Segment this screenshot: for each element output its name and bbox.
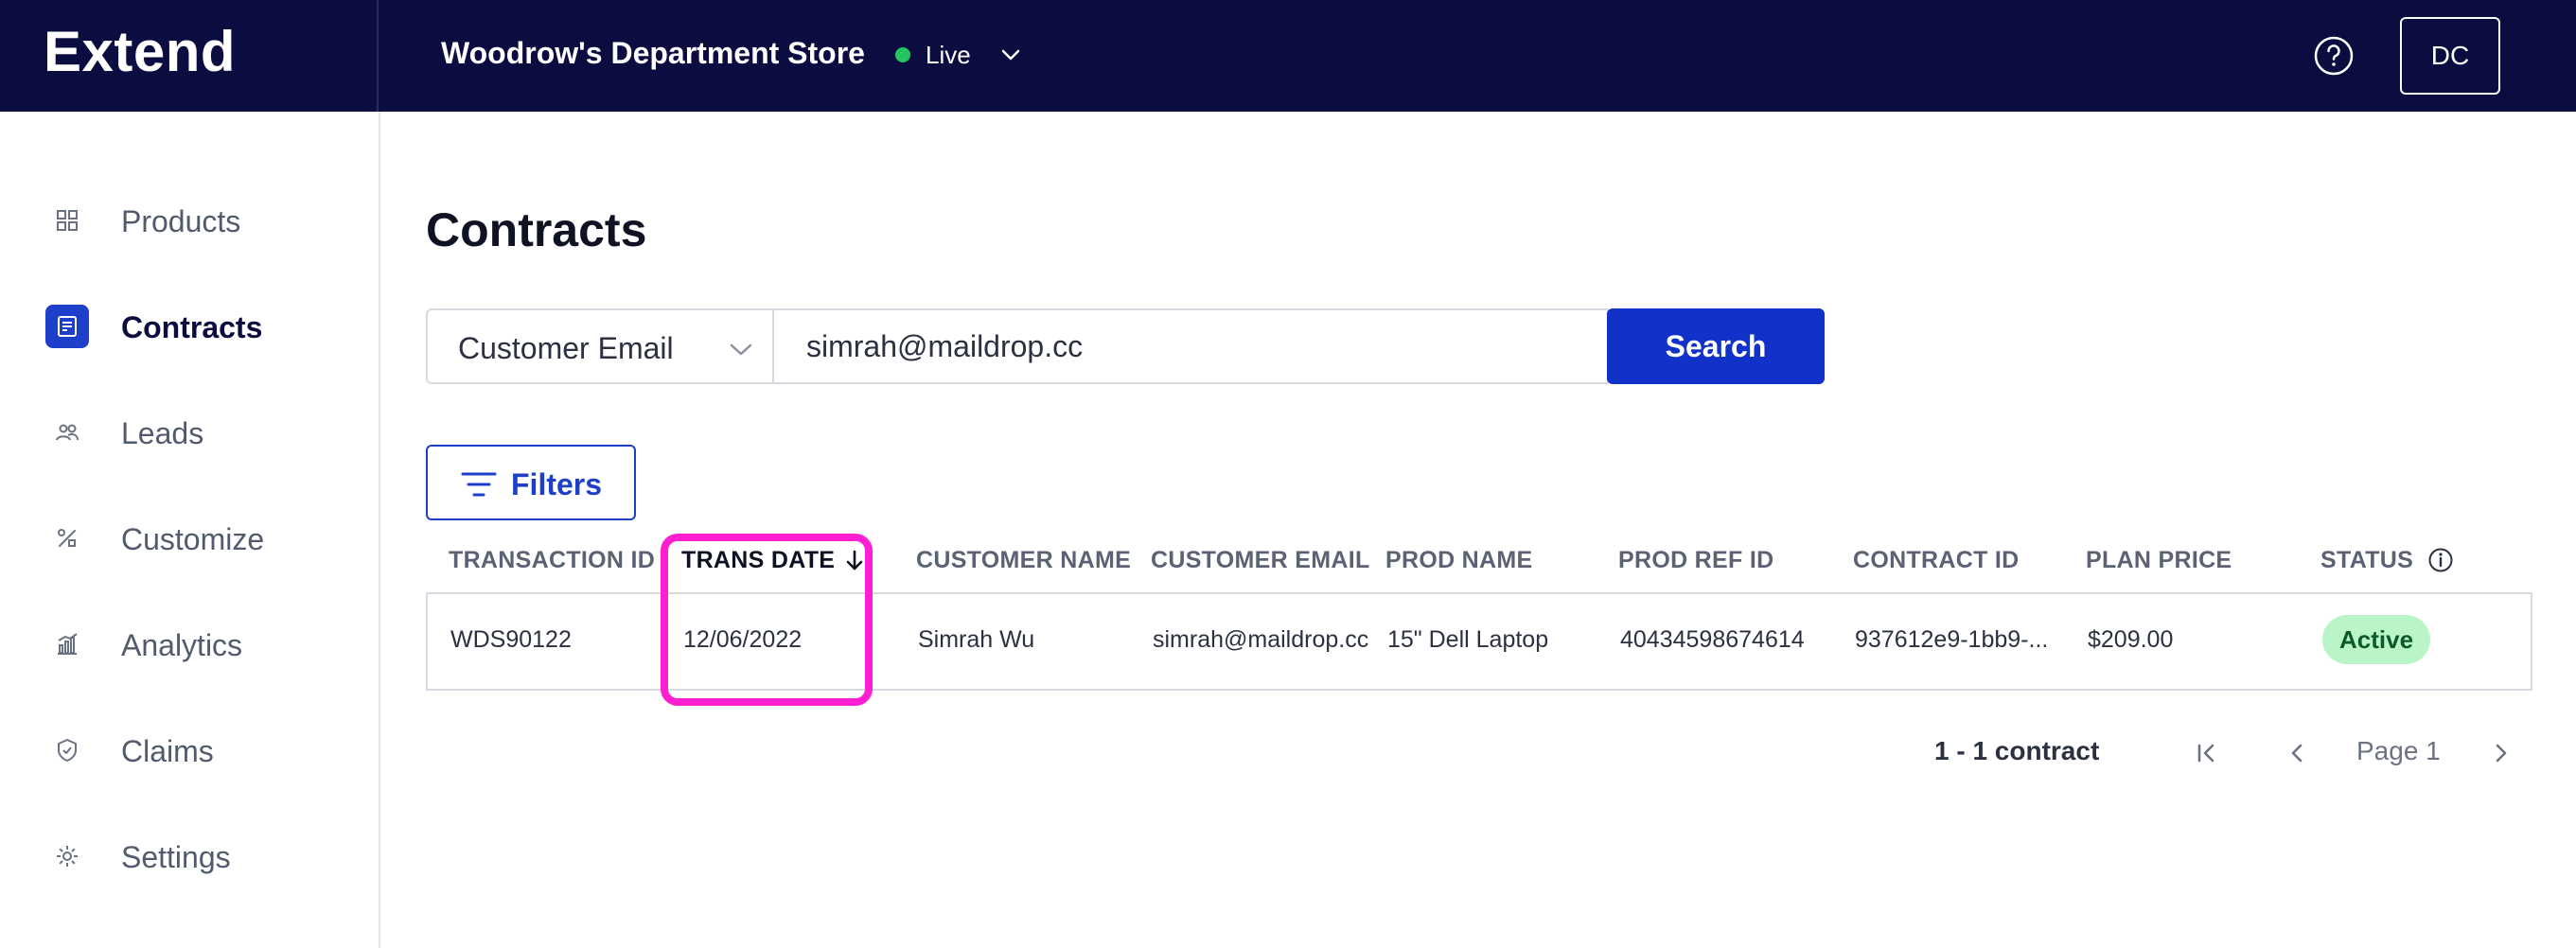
search-input[interactable] bbox=[772, 308, 1609, 384]
status-badge: Active bbox=[2322, 615, 2431, 664]
column-header-label: STATUS bbox=[2320, 547, 2414, 573]
cell-transaction-id: WDS90122 bbox=[450, 626, 572, 653]
next-page-icon[interactable] bbox=[2483, 736, 2517, 770]
column-header-prod-name[interactable]: PROD NAME bbox=[1385, 547, 1532, 594]
sidebar-item-leads[interactable]: Leads bbox=[0, 399, 379, 465]
tools-icon bbox=[45, 517, 89, 560]
cell-customer-name: Simrah Wu bbox=[918, 626, 1035, 653]
sidebar-item-label: Products bbox=[121, 204, 241, 238]
sidebar-item-contracts[interactable]: Contracts bbox=[0, 293, 379, 360]
trans-date-highlight bbox=[661, 534, 873, 706]
gear-icon bbox=[45, 834, 89, 878]
sidebar-item-customize[interactable]: Customize bbox=[0, 505, 379, 571]
sidebar-item-claims[interactable]: Claims bbox=[0, 717, 379, 783]
users-icon bbox=[45, 411, 89, 454]
sidebar-item-label: Claims bbox=[121, 734, 214, 768]
filters-label: Filters bbox=[511, 467, 603, 501]
chevron-down-icon[interactable] bbox=[999, 44, 1022, 66]
sidebar-item-label: Analytics bbox=[121, 628, 243, 662]
search-button[interactable]: Search bbox=[1607, 308, 1825, 384]
column-header-prod-ref-id[interactable]: PROD REF ID bbox=[1618, 547, 1773, 594]
chevron-down-icon bbox=[730, 343, 752, 356]
cell-plan-price: $209.00 bbox=[2088, 626, 2174, 653]
live-status-dot bbox=[895, 47, 910, 62]
user-avatar-button[interactable]: DC bbox=[2400, 17, 2500, 95]
search-field-value: Customer Email bbox=[458, 331, 674, 365]
column-header-plan-price[interactable]: PLAN PRICE bbox=[2086, 547, 2232, 594]
cell-prod-name: 15" Dell Laptop bbox=[1387, 626, 1549, 653]
shield-icon bbox=[45, 729, 89, 772]
first-page-icon[interactable] bbox=[2190, 736, 2224, 770]
brand-logo[interactable]: Extend bbox=[44, 19, 236, 84]
sidebar-item-label: Leads bbox=[121, 416, 204, 450]
column-header-customer-name[interactable]: CUSTOMER NAME bbox=[916, 547, 1131, 594]
sidebar-item-products[interactable]: Products bbox=[0, 187, 379, 254]
filters-button[interactable]: Filters bbox=[426, 445, 636, 520]
help-icon[interactable] bbox=[2313, 35, 2355, 77]
store-name: Woodrow's Department Store bbox=[441, 36, 865, 70]
page-indicator: Page 1 bbox=[2356, 736, 2441, 765]
filter-icon bbox=[461, 472, 497, 497]
page-title: Contracts bbox=[426, 203, 647, 256]
environment-label: Live bbox=[926, 41, 971, 69]
pagination-summary: 1 - 1 contract bbox=[1934, 736, 2100, 765]
sidebar-item-settings[interactable]: Settings bbox=[0, 823, 379, 889]
cell-prod-ref-id: 40434598674614 bbox=[1620, 626, 1805, 653]
chart-icon bbox=[45, 623, 89, 666]
grid-icon bbox=[45, 199, 89, 242]
cell-customer-email: simrah@maildrop.cc bbox=[1153, 626, 1369, 653]
column-header-status[interactable]: STATUS bbox=[2320, 547, 2454, 594]
sidebar-item-label: Customize bbox=[121, 522, 265, 556]
column-header-customer-email[interactable]: CUSTOMER EMAIL bbox=[1151, 547, 1370, 594]
previous-page-icon[interactable] bbox=[2281, 736, 2315, 770]
cell-contract-id: 937612e9-1bb9-... bbox=[1855, 626, 2049, 653]
sidebar: Products Contracts Leads Customize Analy… bbox=[0, 112, 380, 948]
column-header-transaction-id[interactable]: TRANSACTION ID bbox=[449, 547, 655, 594]
search-field-select[interactable]: Customer Email bbox=[426, 308, 774, 384]
sidebar-item-label: Settings bbox=[121, 840, 231, 874]
column-header-contract-id[interactable]: CONTRACT ID bbox=[1853, 547, 2020, 594]
top-bar: Extend Woodrow's Department Store Live D… bbox=[0, 0, 2576, 112]
info-icon[interactable] bbox=[2427, 547, 2454, 573]
contract-icon bbox=[45, 305, 89, 348]
brand-area: Extend bbox=[0, 0, 379, 112]
sidebar-item-label: Contracts bbox=[121, 310, 263, 344]
sidebar-item-analytics[interactable]: Analytics bbox=[0, 611, 379, 677]
